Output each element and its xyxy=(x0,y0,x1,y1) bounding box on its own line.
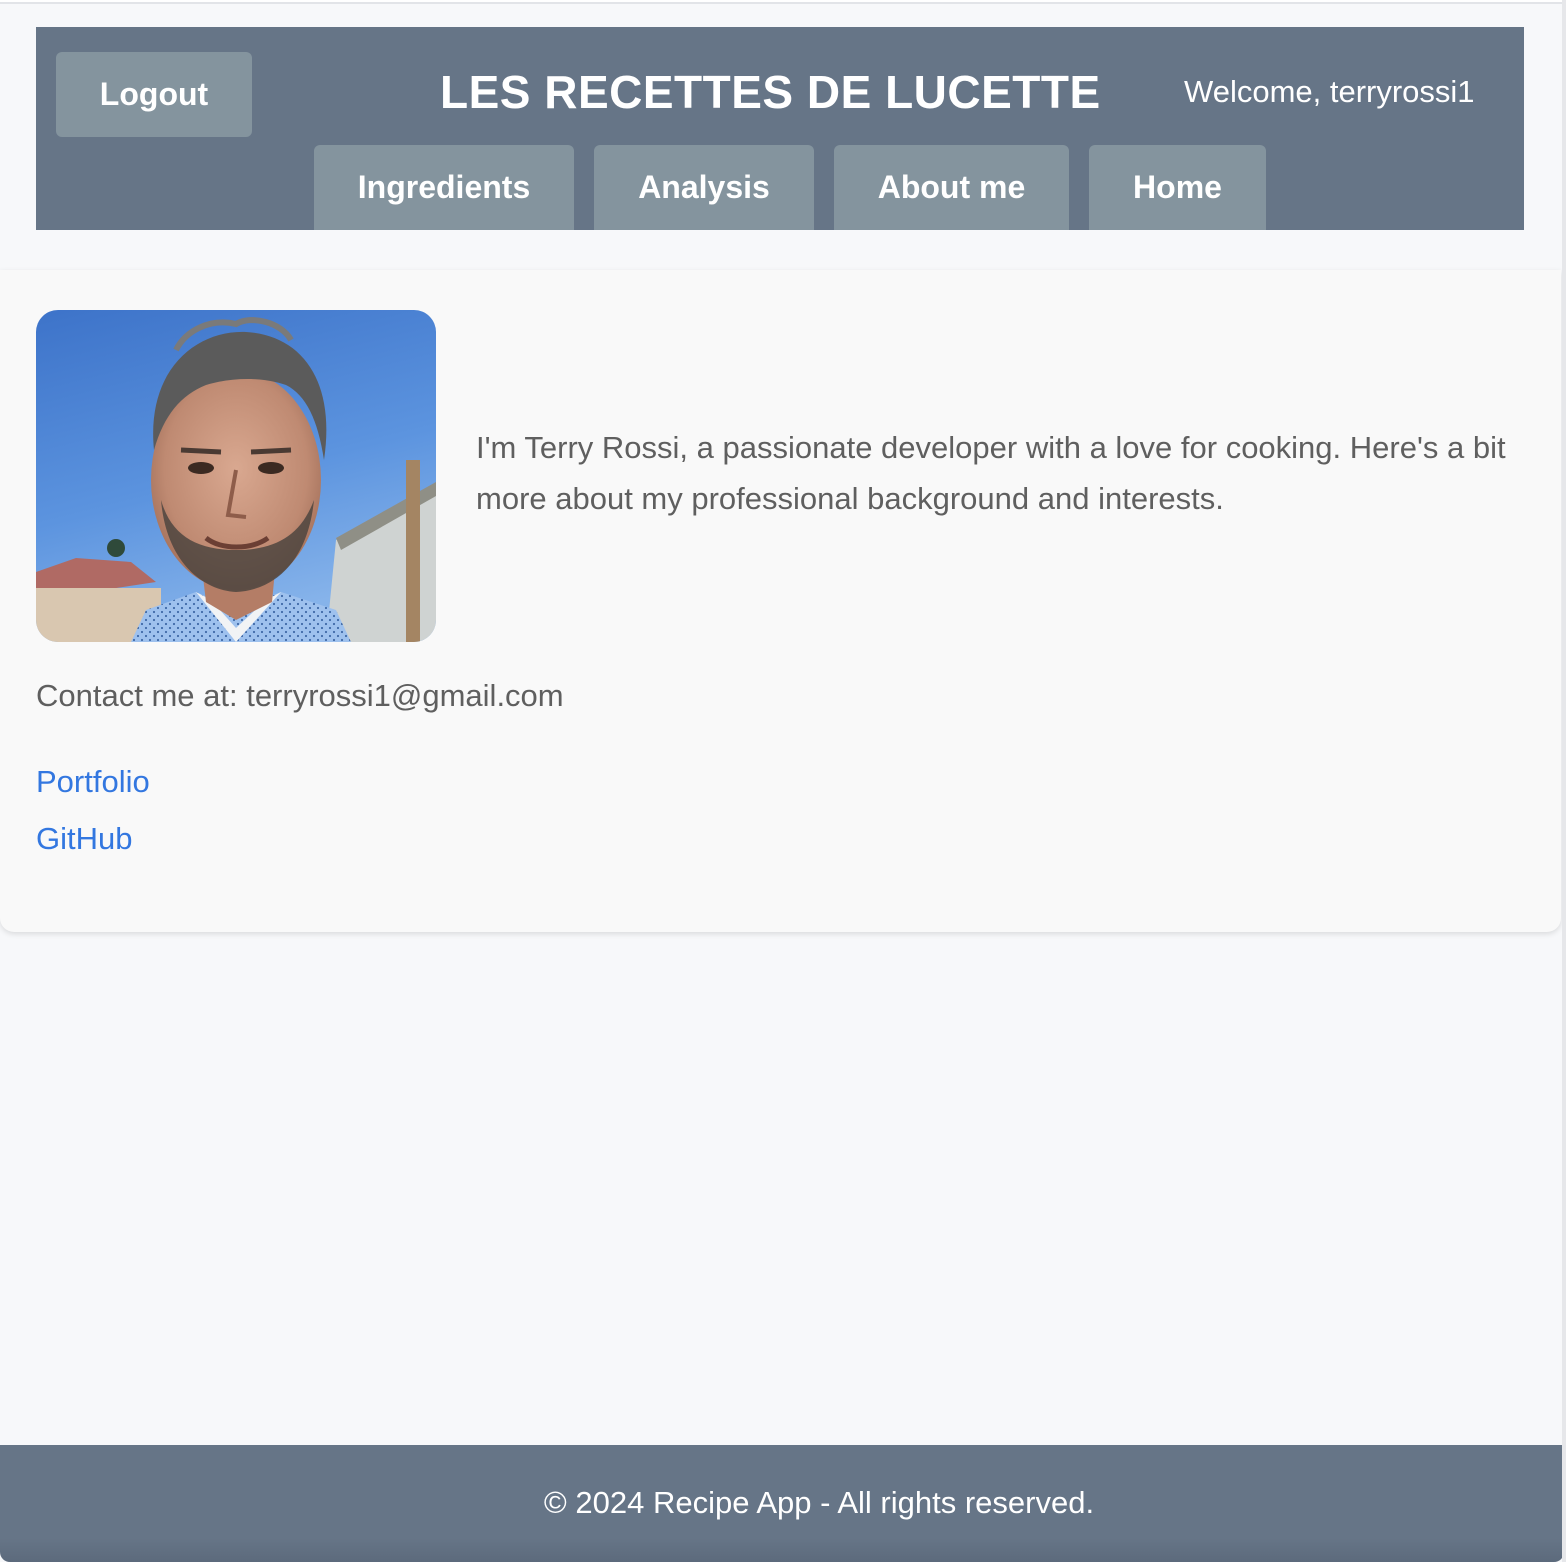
site-header: Logout LES RECETTES DE LUCETTE Welcome, … xyxy=(36,27,1524,230)
contact-text: Contact me at: terryrossi1@gmail.com xyxy=(36,678,564,713)
nav-analysis[interactable]: Analysis xyxy=(594,145,814,230)
nav-ingredients[interactable]: Ingredients xyxy=(314,145,574,230)
nav-about-me[interactable]: About me xyxy=(834,145,1069,230)
bio-text: I'm Terry Rossi, a passionate developer … xyxy=(476,430,1506,516)
about-card: I'm Terry Rossi, a passionate developer … xyxy=(0,270,1561,932)
nav-home[interactable]: Home xyxy=(1089,145,1266,230)
portfolio-link[interactable]: Portfolio xyxy=(36,764,150,800)
top-rule xyxy=(0,0,1566,4)
github-link[interactable]: GitHub xyxy=(36,821,132,857)
footer-copyright: © 2024 Recipe App - All rights reserved. xyxy=(543,1485,1095,1520)
window-edge xyxy=(1562,0,1566,1562)
welcome-text: Welcome, terryrossi1 xyxy=(1184,74,1475,109)
site-footer: © 2024 Recipe App - All rights reserved. xyxy=(0,1445,1564,1562)
logout-button[interactable]: Logout xyxy=(56,52,252,137)
profile-photo xyxy=(36,310,436,642)
site-title: LES RECETTES DE LUCETTE xyxy=(440,66,1101,118)
